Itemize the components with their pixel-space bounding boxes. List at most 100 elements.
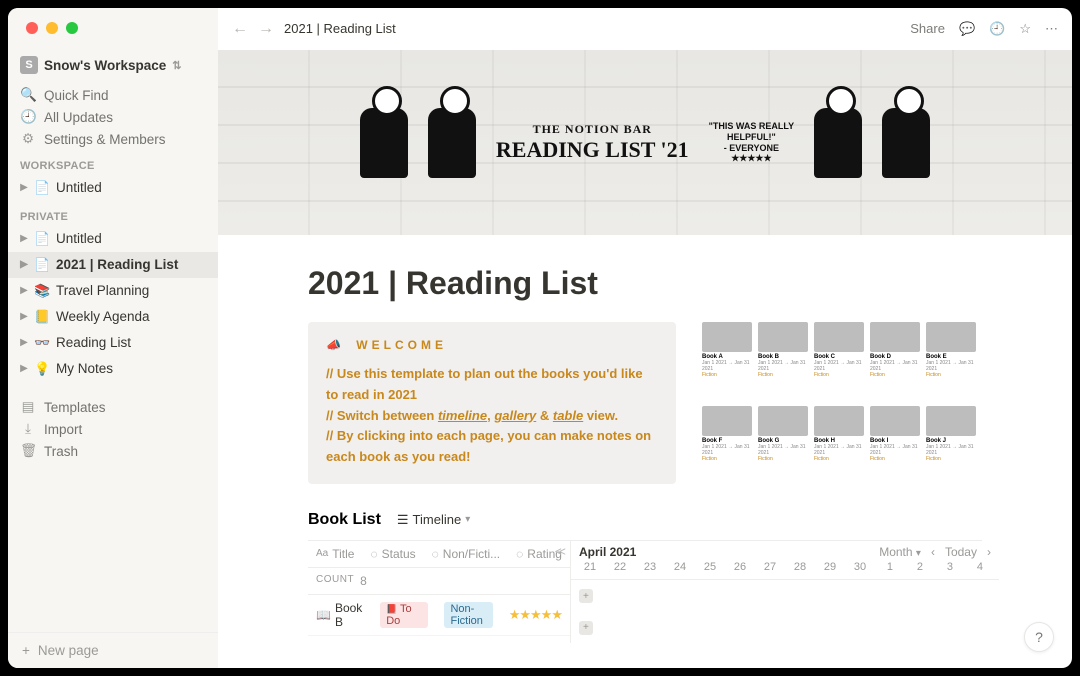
chevron-right-icon[interactable]: ▶ [18,332,30,354]
timeline-date: 4 [965,561,995,573]
gallery-card[interactable]: Book EJan 1 2021 → Jan 31 2021Fiction [926,322,976,400]
page-title[interactable]: 2021 | Reading List [308,265,982,302]
gallery-thumbnail [870,322,920,352]
sidebar-page-item[interactable]: ▶📄Untitled [8,226,218,252]
gallery-card[interactable]: Book JJan 1 2021 → Jan 31 2021Fiction [926,406,976,484]
import-button[interactable]: ⤓ Import [8,418,218,440]
trash-button[interactable]: 🗑 Trash [8,440,218,462]
book-icon: 📖 [316,608,331,622]
gallery-thumbnail [758,406,808,436]
timeline-add-button[interactable]: + [579,621,593,635]
gallery-card[interactable]: Book DJan 1 2021 → Jan 31 2021Fiction [870,322,920,400]
column-header-status[interactable]: ◌Status [362,541,423,567]
trash-icon: 🗑 [20,443,36,459]
page-label: Travel Planning [56,280,149,302]
gallery-card[interactable]: Book HJan 1 2021 → Jan 31 2021Fiction [814,406,864,484]
sidebar-page-item[interactable]: ▶📒Weekly Agenda [8,304,218,330]
chevron-right-icon[interactable]: ▶ [18,306,30,328]
timeline-month-label: April 2021 [579,545,879,559]
select-property-icon: ◌ [516,547,523,561]
timeline-today-button[interactable]: Today [945,545,977,559]
maximize-window-button[interactable] [66,22,78,34]
topbar: ← → 2021 | Reading List Share 💬 🕘 ☆ ⋯ [218,8,1072,50]
sidebar-page-item[interactable]: ▶💡My Notes [8,356,218,382]
category-badge: Non-Fiction [444,602,492,628]
sidebar-page-item[interactable]: ▶📄Untitled [8,175,218,201]
gallery-card-tag: Fiction [702,456,752,462]
workspace-switcher[interactable]: S Snow's Workspace ⇅ [8,52,218,84]
page-icon: 📄 [34,228,52,250]
page-label: My Notes [56,358,113,380]
workspace-name: Snow's Workspace [44,58,166,73]
cell-title: Book B [335,601,364,629]
gallery-card-dates: Jan 1 2021 → Jan 31 2021 [758,360,808,372]
table-row[interactable]: 📖Book B 📕 To Do Non-Fiction ★★★★★ [308,595,570,636]
count-row: COUNT 8 [308,568,570,595]
gallery-card-dates: Jan 1 2021 → Jan 31 2021 [814,444,864,456]
page-label: Reading List [56,332,131,354]
chevron-right-icon[interactable]: ▶ [18,358,30,380]
gallery-card[interactable]: Book CJan 1 2021 → Jan 31 2021Fiction [814,322,864,400]
timeline-date: 1 [875,561,905,573]
plus-icon: + [22,643,30,658]
templates-icon: ▤ [20,399,36,415]
updates-icon[interactable]: 🕘 [989,21,1005,37]
timeline-prev-button[interactable]: ‹ [931,545,935,559]
sidebar-page-item[interactable]: ▶📄2021 | Reading List [8,252,218,278]
welcome-callout[interactable]: 📣 WELCOME // Use this template to plan o… [308,322,676,484]
gallery-card-tag: Fiction [758,456,808,462]
comments-icon[interactable]: 💬 [959,21,975,37]
cover-illustration-person [882,108,930,178]
gallery-card[interactable]: Book GJan 1 2021 → Jan 31 2021Fiction [758,406,808,484]
timeline-scale-selector[interactable]: Month ▾ [879,545,921,559]
gallery-card[interactable]: Book IJan 1 2021 → Jan 31 2021Fiction [870,406,920,484]
chevron-updown-icon: ⇅ [172,59,181,72]
gallery-card[interactable]: Book AJan 1 2021 → Jan 31 2021Fiction [702,322,752,400]
count-value: 8 [360,574,367,588]
nav-forward-button[interactable]: → [258,20,274,38]
breadcrumb[interactable]: 2021 | Reading List [284,21,396,36]
timeline-date: 27 [755,561,785,573]
timeline-calendar-side: April 2021 Month ▾ ‹ Today › 21222324252… [571,541,999,643]
column-header-rating[interactable]: ◌Rating ≪ [508,541,570,567]
chevron-right-icon[interactable]: ▶ [18,177,30,199]
rating-stars: ★★★★★ [509,607,562,623]
more-icon[interactable]: ⋯ [1045,21,1058,37]
gallery-card-dates: Jan 1 2021 → Jan 31 2021 [870,444,920,456]
settings-button[interactable]: ⚙ Settings & Members [8,128,218,150]
page-icon: 💡 [34,358,52,380]
column-header-title[interactable]: AaTitle [308,541,362,567]
share-button[interactable]: Share [910,21,945,36]
new-page-button[interactable]: + New page [8,632,218,668]
favorite-icon[interactable]: ☆ [1019,21,1031,37]
gallery-card[interactable]: Book BJan 1 2021 → Jan 31 2021Fiction [758,322,808,400]
minimize-window-button[interactable] [46,22,58,34]
chevron-right-icon[interactable]: ▶ [18,254,30,276]
chevron-down-icon: ▾ [465,514,470,525]
templates-button[interactable]: ▤ Templates [8,396,218,418]
collapse-table-button[interactable]: ≪ [554,545,566,558]
sidebar-page-item[interactable]: ▶👓Reading List [8,330,218,356]
gallery-preview[interactable]: Book AJan 1 2021 → Jan 31 2021FictionBoo… [702,322,982,484]
chevron-right-icon[interactable]: ▶ [18,228,30,250]
quick-find-button[interactable]: 🔍 Quick Find [8,84,218,106]
gallery-card-dates: Jan 1 2021 → Jan 31 2021 [758,444,808,456]
column-header-nonfic[interactable]: ◌Non/Ficti... [424,541,509,567]
cover-quote: "THIS WAS REALLY HELPFUL!" - EVERYONE ★★… [709,121,794,164]
chevron-right-icon[interactable]: ▶ [18,280,30,302]
view-selector[interactable]: ☰ Timeline ▾ [391,510,476,530]
close-window-button[interactable] [26,22,38,34]
database-title[interactable]: Book List [308,511,381,529]
nav-back-button[interactable]: ← [232,20,248,38]
help-button[interactable]: ? [1024,622,1054,652]
gallery-thumbnail [926,406,976,436]
timeline-add-button[interactable]: + [579,589,593,603]
page-cover[interactable]: THE NOTION BAR READING LIST '21 "THIS WA… [218,50,1072,235]
timeline-next-button[interactable]: › [987,545,991,559]
gallery-card-tag: Fiction [926,372,976,378]
workspace-badge-icon: S [20,56,38,74]
all-updates-button[interactable]: 🕘 All Updates [8,106,218,128]
sidebar-page-item[interactable]: ▶📚Travel Planning [8,278,218,304]
gallery-card[interactable]: Book FJan 1 2021 → Jan 31 2021Fiction [702,406,752,484]
callout-heading: WELCOME [356,338,447,352]
